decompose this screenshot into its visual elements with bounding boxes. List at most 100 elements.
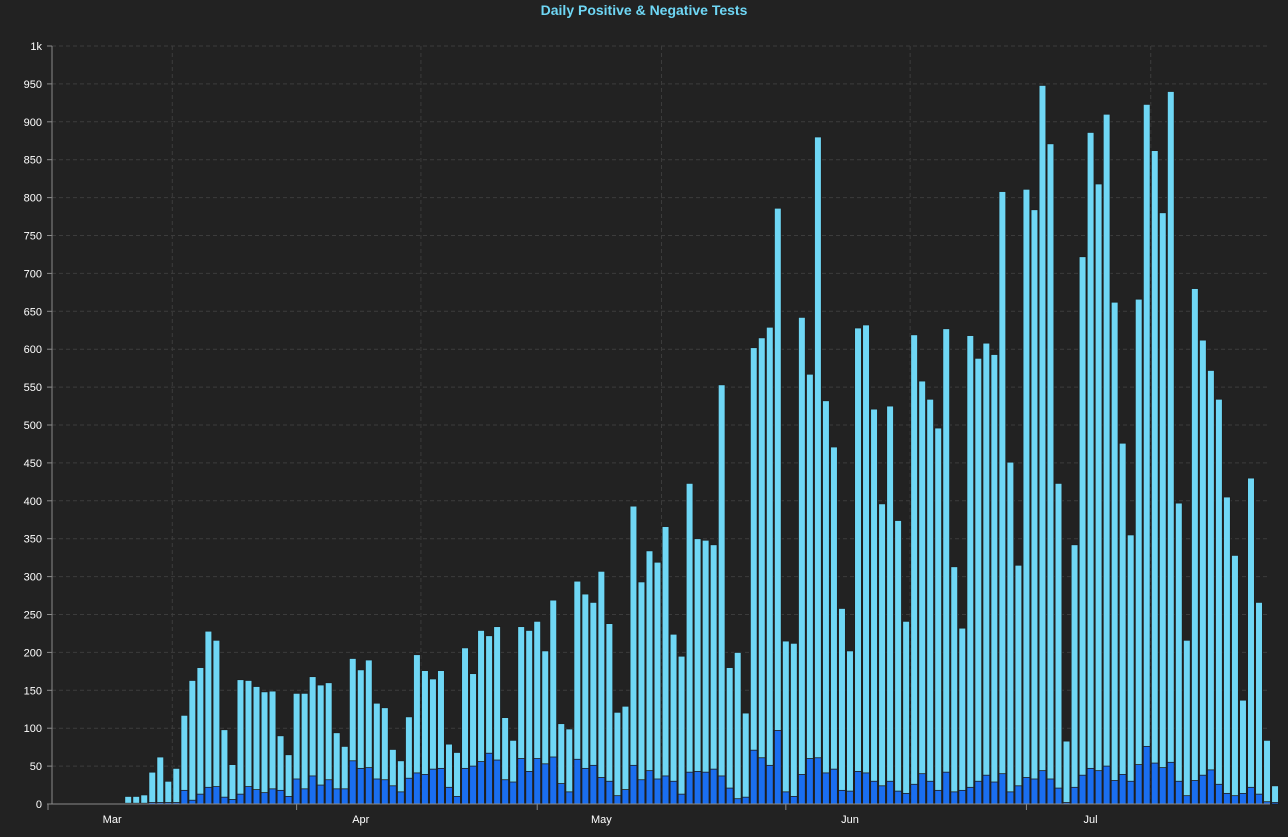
- bar-total: [1158, 212, 1167, 805]
- bar-total: [1086, 132, 1095, 805]
- bar-positive: [308, 775, 317, 805]
- bar-total: [1006, 461, 1015, 805]
- bar-total: [1255, 601, 1263, 805]
- bar-positive: [525, 771, 533, 805]
- bar-positive: [653, 778, 662, 805]
- bar-positive: [894, 790, 902, 805]
- bar-positive: [998, 773, 1007, 805]
- bar-total: [1126, 534, 1135, 805]
- bar-total: [1030, 209, 1039, 805]
- bar-total: [966, 335, 975, 805]
- bar-positive: [637, 779, 646, 805]
- y-tick-label: 650: [24, 306, 42, 318]
- bar-positive: [1030, 778, 1039, 805]
- bar-total: [918, 380, 926, 805]
- y-tick-label: 350: [24, 534, 42, 546]
- bar-total: [958, 627, 967, 805]
- bar-total: [164, 780, 173, 805]
- bar-positive: [453, 796, 461, 805]
- bar-positive: [621, 789, 630, 805]
- bar-total: [741, 712, 750, 805]
- bar-positive: [605, 780, 614, 805]
- bar-positive: [509, 781, 517, 805]
- bar-positive: [517, 758, 525, 805]
- bar-positive: [1134, 764, 1143, 805]
- bar-positive: [918, 773, 926, 805]
- bar-positive: [445, 786, 453, 805]
- bar-positive: [397, 791, 405, 805]
- bar-positive: [573, 758, 582, 805]
- x-tick-label: May: [591, 814, 612, 826]
- bar-positive: [332, 788, 341, 805]
- bar-total: [982, 342, 991, 805]
- chart-container: Daily Positive & Negative Tests 0 50 100 15…: [0, 0, 1288, 837]
- bar-positive: [669, 780, 678, 805]
- bar-positive: [1118, 774, 1127, 805]
- y-tick-label: 550: [24, 382, 42, 394]
- bar-positive: [717, 775, 726, 805]
- bar-positive: [501, 779, 509, 805]
- bar-total: [669, 633, 678, 805]
- bar-positive: [437, 767, 445, 805]
- bar-positive: [910, 783, 918, 805]
- bar-positive: [733, 798, 742, 805]
- bar-positive: [862, 772, 870, 805]
- bar-total: [725, 667, 734, 805]
- bar-total: [862, 324, 870, 805]
- bar-total: [790, 642, 798, 805]
- bar-positive: [485, 752, 493, 805]
- bar-total: [990, 354, 999, 805]
- bar-positive: [765, 764, 774, 805]
- bar-positive: [934, 789, 943, 805]
- bar-total: [1271, 785, 1279, 805]
- bar-positive: [1086, 767, 1095, 805]
- bar-total: [597, 570, 606, 805]
- bar-positive: [493, 759, 501, 805]
- bar-total: [260, 691, 269, 805]
- bar-positive: [196, 793, 205, 805]
- y-tick-label: 250: [24, 610, 42, 622]
- bar-total: [894, 520, 902, 805]
- bar-total: [757, 337, 766, 805]
- bar-total: [1054, 482, 1063, 805]
- bar-total: [846, 650, 854, 805]
- y-tick-label: 150: [24, 685, 42, 697]
- bar-total: [749, 347, 758, 805]
- bar-positive: [1166, 761, 1175, 805]
- bar-positive: [878, 785, 886, 805]
- bar-positive: [790, 796, 798, 805]
- bar-positive: [1191, 780, 1199, 805]
- bar-positive: [1126, 780, 1135, 805]
- bar-positive: [1239, 792, 1247, 805]
- bar-total: [252, 686, 261, 805]
- bar-positive: [260, 792, 269, 805]
- bar-positive: [1223, 792, 1231, 805]
- bar-total: [1231, 554, 1239, 805]
- bar-total: [212, 639, 221, 805]
- bar-positive: [886, 780, 894, 805]
- bar-positive: [958, 789, 967, 805]
- bar-positive: [645, 770, 654, 805]
- bar-positive: [549, 756, 558, 805]
- bar-total: [653, 561, 662, 805]
- bar-total: [172, 767, 181, 805]
- bar-total: [1215, 398, 1223, 805]
- bar-positive: [236, 793, 245, 805]
- bar-positive: [268, 788, 277, 805]
- bar-total: [782, 640, 790, 805]
- bar-total: [838, 608, 846, 805]
- bar-positive: [1199, 774, 1207, 805]
- bar-positive: [814, 757, 822, 805]
- bar-total: [814, 136, 822, 805]
- bar-total: [228, 764, 237, 805]
- bar-positive: [429, 768, 437, 805]
- bar-total: [196, 667, 205, 805]
- bar-positive: [204, 786, 213, 805]
- bar-total: [806, 373, 814, 805]
- bar-positive: [220, 796, 229, 805]
- y-tick-label: 100: [24, 723, 42, 735]
- bar-total: [629, 505, 638, 805]
- bar-total: [1110, 301, 1119, 805]
- bar-positive: [942, 771, 951, 805]
- bar-positive: [180, 789, 189, 805]
